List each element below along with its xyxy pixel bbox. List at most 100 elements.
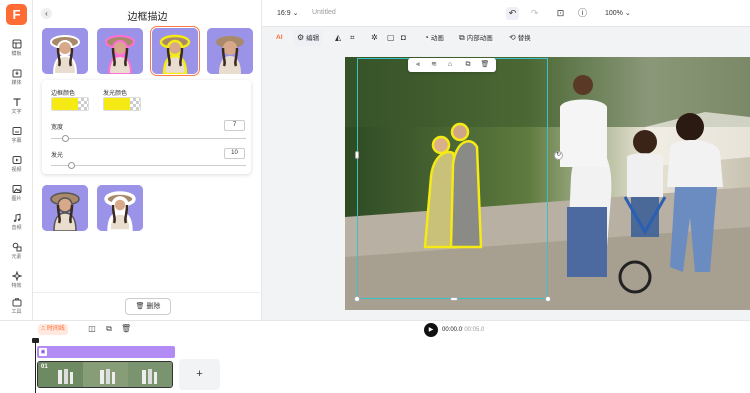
screenshot-button[interactable]: ⊡ [554,7,567,20]
clip-number: 01 [41,364,48,370]
template-icon [12,39,21,49]
playhead-line[interactable] [35,339,36,393]
edit-toolbar: AI ⚙ 编辑 ◭ ⌗ ✲ ▢ ◘ ◔ 动画 ⧉ 内部动画 ⟲ 替换 [270,29,750,47]
preset-plain[interactable] [207,28,253,74]
portrait-thumbnail [42,185,88,231]
copy-icon: ⧉ [106,324,112,333]
inner-animate-label: 内部动画 [466,35,493,42]
effects-icon [11,271,22,281]
crop-icon: ⌗ [350,33,355,42]
duplicate-button[interactable]: ⧉ [463,60,473,70]
resize-handle[interactable] [354,296,360,302]
rail-item-elements[interactable]: 元素 [0,240,33,266]
document-title[interactable]: Untitled [312,9,336,16]
mask-icon: ◘ [401,33,406,42]
border-color-swatch[interactable] [51,97,89,111]
resize-handle[interactable] [545,296,551,302]
rail-label: 字幕 [11,138,22,144]
floating-toolbar: ⫷ ≋ ⌂ ⧉ 🗑 [408,58,496,72]
help-button[interactable]: ⓘ [576,7,589,20]
ai-button[interactable]: AI [273,29,286,46]
image-layer-icon: ▣ [39,348,47,356]
rail-item-image[interactable]: 图片 [0,182,33,208]
resize-handle[interactable] [355,151,359,159]
preset-dark-outline[interactable] [42,185,88,231]
app-logo[interactable]: F [6,4,27,25]
portrait-thumbnail [207,28,253,74]
zoom-select[interactable]: 100% ⌄ [605,9,631,17]
frame-icon: ▢ [387,33,395,42]
aspect-ratio-select[interactable]: 16:9 ⌄ [277,9,298,17]
width-slider-thumb[interactable] [61,135,69,142]
rail-item-subtitle[interactable]: 字幕 [0,124,33,150]
rail-item-video[interactable]: 视频 [0,153,33,179]
video-track-clip[interactable]: 01 [37,361,173,388]
selection-box[interactable] [357,58,548,299]
rotate-handle[interactable]: ↻ [554,151,563,160]
flip-icon: ◭ [335,33,342,42]
edit-button[interactable]: ⚙ 编辑 [294,29,323,46]
rail-label: 特效 [11,283,22,289]
rail-item-effects[interactable]: 特效 [0,269,33,295]
trash-icon: 🗑 [480,61,490,68]
replace-button[interactable]: ⟲ 替换 [506,29,534,46]
rotate-icon: ↻ [555,152,562,158]
preset-yellow-outline[interactable] [150,26,200,76]
sliders-icon: ⚙ [297,33,305,42]
align-button[interactable]: ⫷ [413,60,423,70]
animate-button[interactable]: ◔ 动画 [421,29,447,46]
replace-icon: ⟲ [509,33,516,42]
add-clip-button[interactable]: + [179,359,220,390]
rail-label: 视频 [11,167,22,173]
top-bar: 16:9 ⌄ Untitled ↶ ↷ ⊡ ⓘ 100% ⌄ [262,0,750,27]
rail-item-template[interactable]: 模板 [0,37,33,63]
rail-label: 工具 [11,309,22,315]
timeline-delete-button[interactable]: 🗑 [121,324,131,334]
panel-divider [33,292,262,293]
preset-white-thick[interactable] [97,185,143,231]
flip-button[interactable]: ◭ [332,29,346,46]
magic-wand-icon: ✲ [371,33,378,42]
timeline-toggle[interactable]: ⎍ 时间线 [38,324,68,335]
redo-icon: ↷ [530,8,539,18]
magic-button[interactable]: ✲ [368,29,383,46]
text-icon [13,98,20,106]
crop-button[interactable]: ⌗ [347,29,360,46]
copy-button[interactable]: ⧉ [104,324,114,334]
glow-slider-thumb[interactable] [67,162,75,169]
rail-item-audio[interactable]: 音频 [0,211,33,237]
glow-color-swatch[interactable] [103,97,141,111]
width-value-input[interactable]: 7 [224,120,245,131]
portrait-thumbnail [97,28,143,74]
video-filmstrip [38,362,172,387]
preset-pink-glow[interactable] [97,28,143,74]
subtitle-icon [12,127,21,135]
left-rail: F 模板 媒体 文字 字幕 视频 图片 音频 元素 特效 工具 [0,0,33,320]
glow-slider-track[interactable] [51,165,246,166]
animation-icon: ◔ [424,33,429,42]
delete-element-button[interactable]: 🗑 [480,60,490,70]
group-button[interactable]: ⌂ [445,60,455,70]
overlay-track-clip[interactable]: ▣ [37,346,175,358]
redo-button[interactable]: ↷ [528,7,541,20]
preset-white-outline[interactable] [42,28,88,74]
width-slider-track[interactable] [51,138,246,139]
glow-value-input[interactable]: 10 [224,148,245,159]
rail-item-tools[interactable]: 工具 [0,295,33,321]
timeline-label: 时间线 [46,326,65,332]
split-button[interactable]: ◫ [87,324,97,334]
rail-item-media[interactable]: 媒体 [0,66,33,92]
resize-handle[interactable] [450,297,458,301]
play-button[interactable]: ▶ [424,323,438,337]
delete-button[interactable]: 🗑 删除 [125,298,171,315]
panel-header: ‹ 边框描边 [33,0,262,26]
rail-label: 文字 [11,109,22,115]
aspect-ratio-value: 16:9 [277,10,291,17]
glow-label: 发光 [51,153,64,159]
rail-item-text[interactable]: 文字 [0,95,33,121]
layers-button[interactable]: ≋ [429,60,439,70]
mask-button[interactable]: ◘ [398,29,411,46]
inner-animate-button[interactable]: ⧉ 内部动画 [456,29,496,46]
portrait-thumbnail [97,185,143,231]
undo-button[interactable]: ↶ [506,7,519,20]
